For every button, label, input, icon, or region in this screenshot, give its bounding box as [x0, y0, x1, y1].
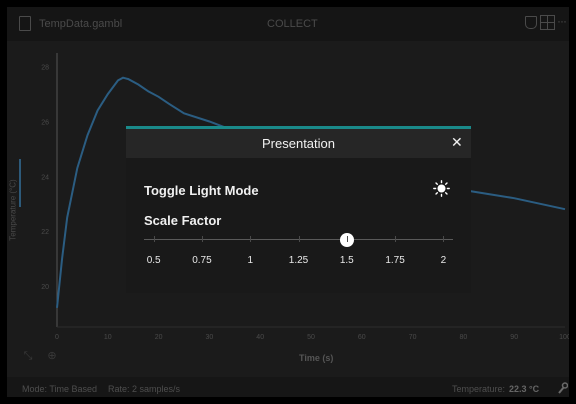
slider-tick: [153, 236, 155, 242]
slider-tick: [395, 236, 397, 242]
temperature-status-label: Temperature:: [452, 384, 506, 394]
x-tick-label: 0: [55, 334, 59, 341]
scale-option-label[interactable]: 1.25: [289, 255, 308, 266]
scale-factor-label: Scale Factor: [144, 213, 222, 228]
x-tick-label: 20: [155, 334, 163, 341]
slider-tick: [443, 236, 445, 242]
x-tick-label: 70: [409, 334, 417, 341]
rate-status[interactable]: Rate: 2 samples/s: [108, 384, 180, 394]
wrench-icon[interactable]: [558, 382, 568, 394]
toggle-light-mode-label: Toggle Light Mode: [144, 183, 259, 198]
scale-option-label[interactable]: 0.75: [192, 255, 211, 266]
x-tick-label: 10: [104, 334, 112, 341]
scale-option-label[interactable]: 0.5: [147, 255, 161, 266]
x-tick-label: 60: [358, 334, 366, 341]
scale-option-label[interactable]: 1.75: [385, 255, 404, 266]
y-tick-label: 20: [41, 284, 49, 291]
x-tick-label: 80: [460, 334, 468, 341]
x-axis-label[interactable]: Time (s): [299, 353, 333, 363]
slider-tick: [250, 236, 252, 242]
close-button[interactable]: ✕: [451, 135, 463, 149]
y-tick-label: 24: [41, 174, 49, 181]
x-tick-label: 30: [206, 334, 214, 341]
status-footer: Mode: Time Based Rate: 2 samples/s Tempe…: [7, 377, 569, 397]
dialog-header: Presentation ✕: [126, 129, 471, 158]
zoom-icon[interactable]: ⊕: [46, 350, 58, 362]
slider-tick: [201, 236, 203, 242]
x-tick-label: 90: [510, 334, 518, 341]
y-tick-label: 28: [41, 65, 49, 72]
scale-option-label[interactable]: 1.5: [340, 255, 354, 266]
dialog-title: Presentation: [262, 136, 335, 151]
temperature-status-value: 22.3 °C: [509, 384, 540, 394]
x-tick-label: 40: [256, 334, 264, 341]
slider-tick: [346, 236, 348, 242]
autoscale-icon[interactable]: ⤡: [22, 350, 34, 362]
scale-factor-slider[interactable]: [144, 233, 453, 247]
sun-icon[interactable]: [433, 180, 450, 197]
y-axis-selector-tab[interactable]: [19, 159, 21, 207]
y-axis-label[interactable]: Temperature (°C): [9, 179, 18, 240]
presentation-dialog: Presentation ✕ Toggle Light Mode Scale F…: [126, 126, 471, 293]
x-tick-label: 100: [559, 334, 569, 341]
scale-option-label[interactable]: 1: [247, 255, 253, 266]
y-tick-label: 22: [41, 229, 49, 236]
mode-status[interactable]: Mode: Time Based: [22, 384, 97, 394]
scale-option-label[interactable]: 2: [441, 255, 447, 266]
x-tick-label: 50: [307, 334, 315, 341]
y-tick-label: 26: [41, 120, 49, 127]
slider-tick: [298, 236, 300, 242]
app-window: TempData.gambl COLLECT ··· 20 22 24 26 28 0 10…: [7, 7, 569, 397]
